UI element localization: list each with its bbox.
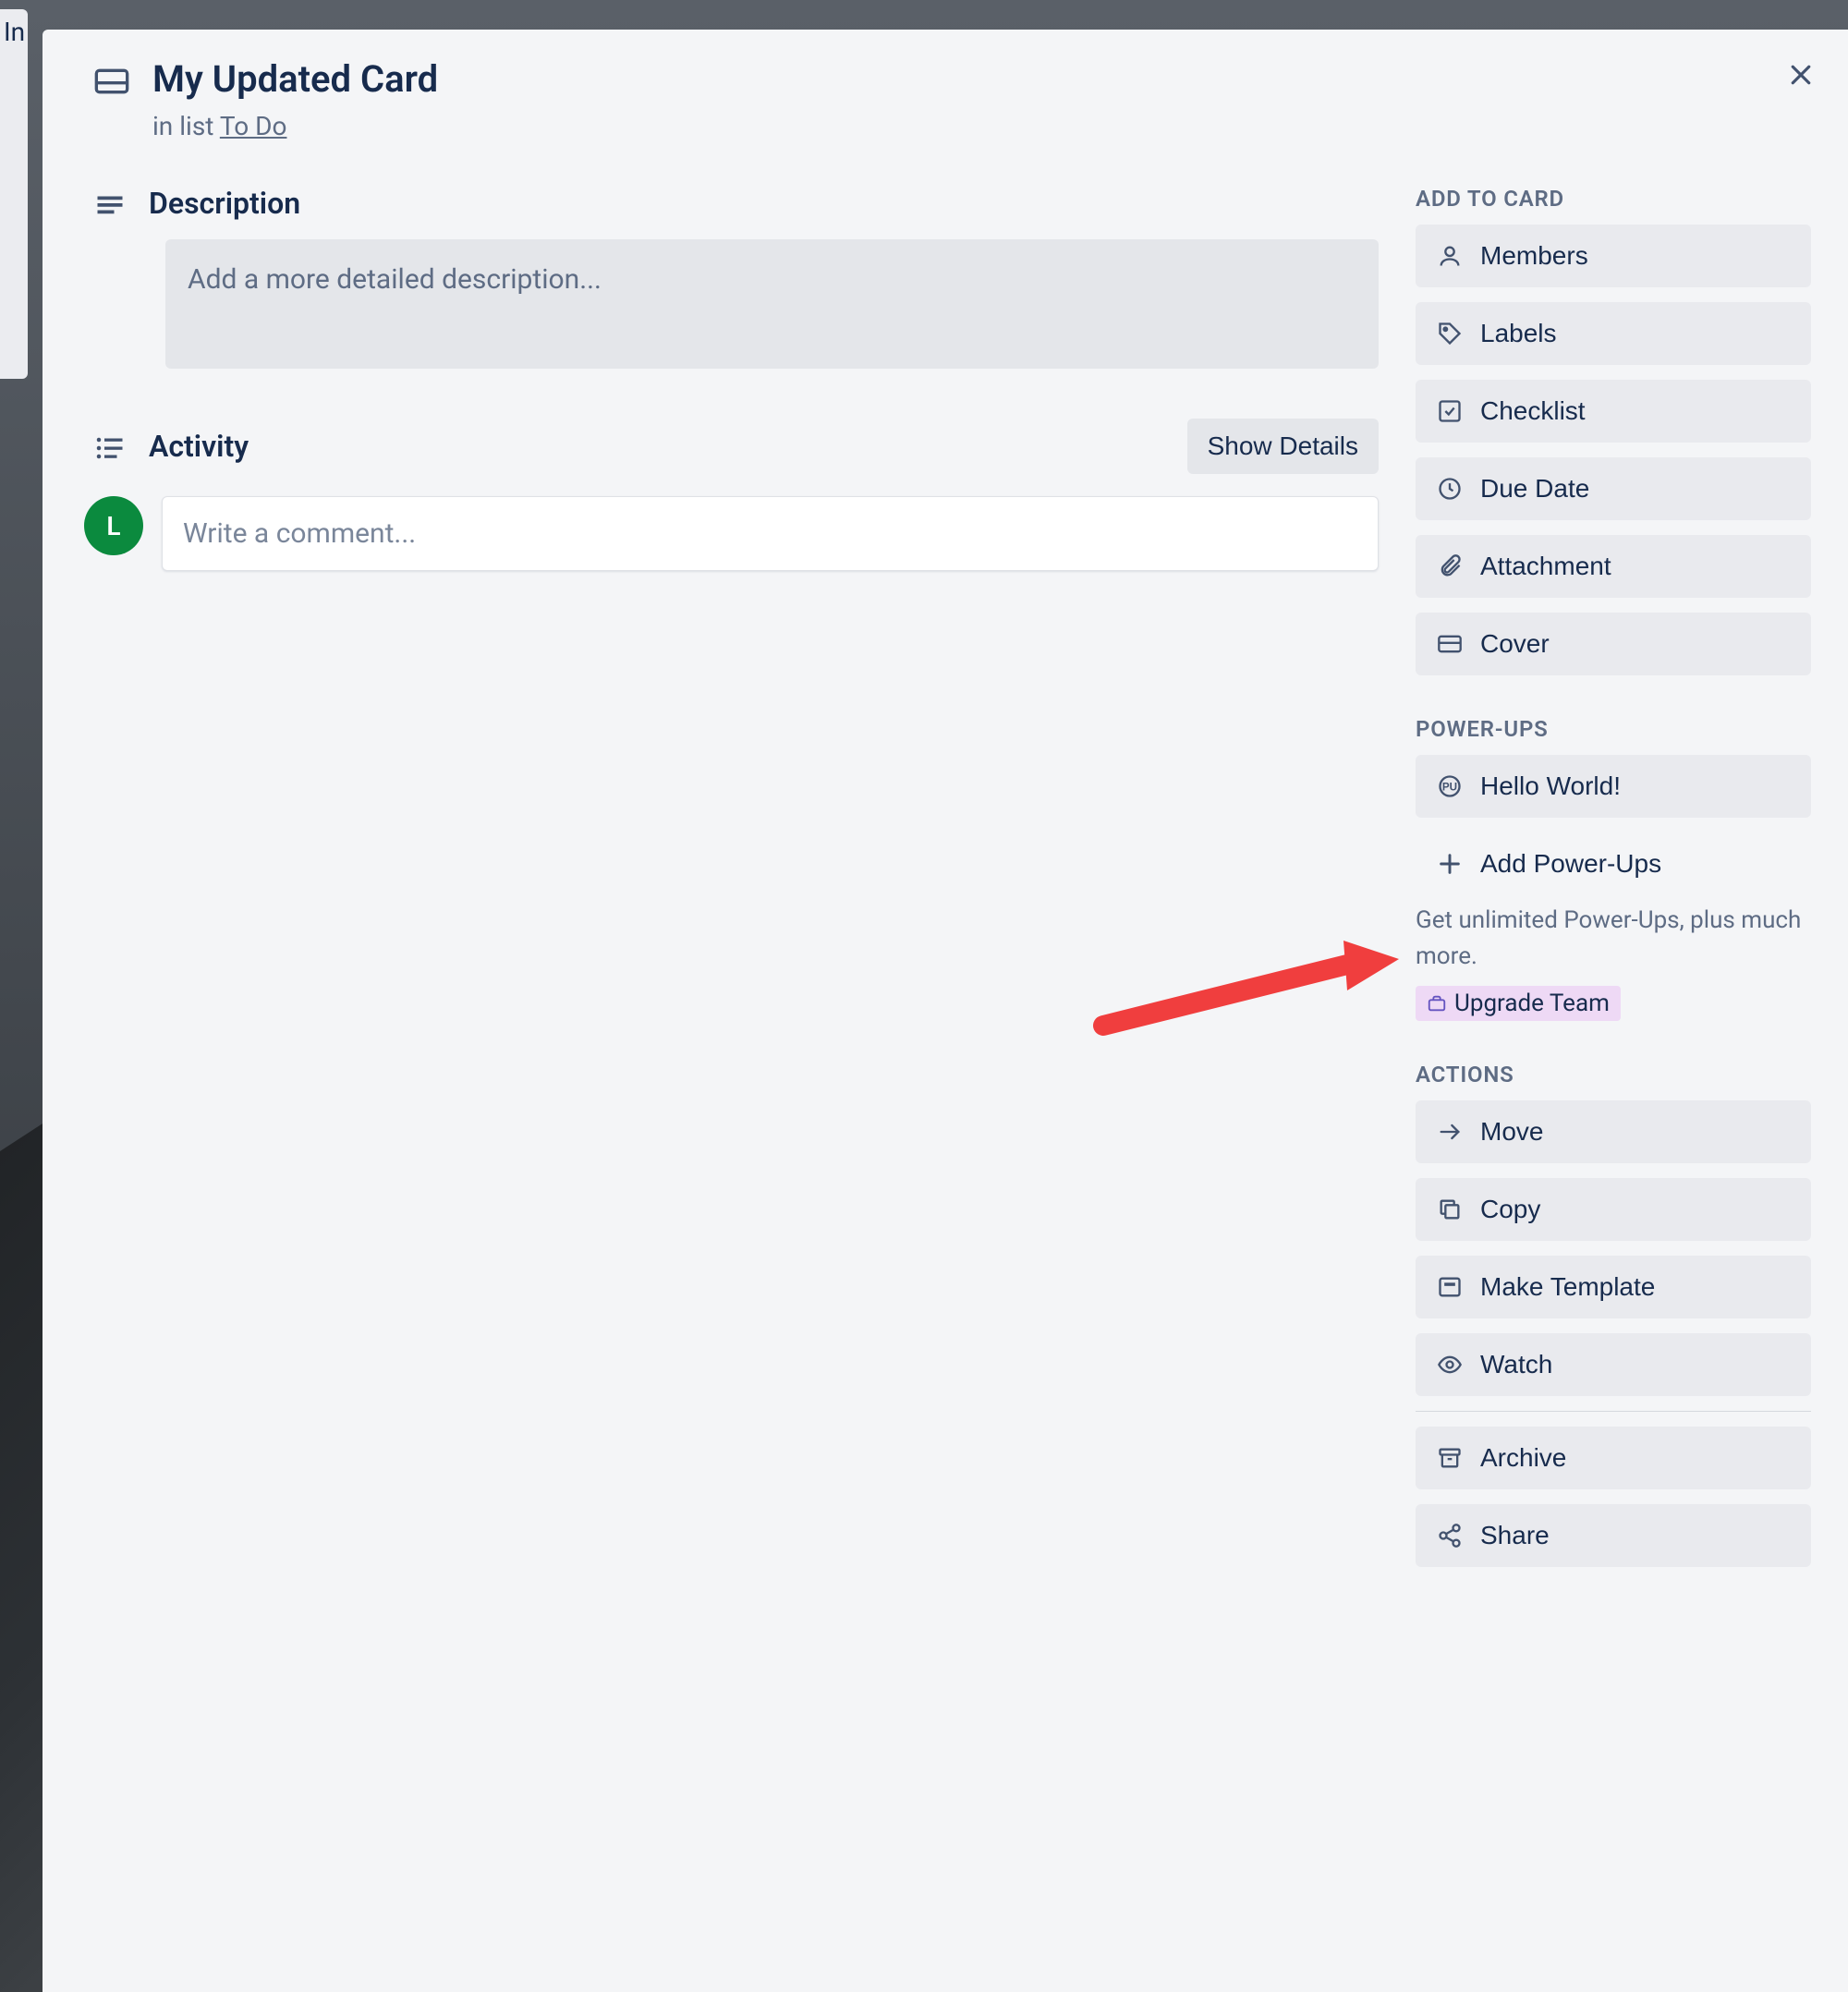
clock-icon bbox=[1436, 475, 1464, 503]
checklist-button[interactable]: Checklist bbox=[1416, 380, 1811, 443]
copy-button[interactable]: Copy bbox=[1416, 1178, 1811, 1241]
hello-world-powerup-button[interactable]: PU Hello World! bbox=[1416, 755, 1811, 818]
power-ups-hint: Get unlimited Power-Ups, plus much more. bbox=[1416, 903, 1811, 975]
card-header: My Updated Card in list To Do bbox=[84, 57, 1811, 141]
labels-icon bbox=[1436, 320, 1464, 347]
comment-row: L bbox=[84, 496, 1379, 571]
due-date-label: Due Date bbox=[1480, 474, 1589, 504]
attachment-label: Attachment bbox=[1480, 552, 1611, 581]
in-list-prefix: in list bbox=[152, 111, 220, 141]
add-to-card-heading: ADD TO CARD bbox=[1416, 186, 1811, 212]
add-power-ups-label: Add Power-Ups bbox=[1480, 849, 1661, 879]
checklist-icon bbox=[1436, 397, 1464, 425]
actions-section: ACTIONS Move Copy Make Template Watch bbox=[1416, 1062, 1811, 1567]
card-modal: My Updated Card in list To Do Descriptio… bbox=[43, 30, 1848, 1992]
power-ups-section: POWER-UPS PU Hello World! Add Power-Ups … bbox=[1416, 716, 1811, 1021]
copy-icon bbox=[1436, 1196, 1464, 1223]
upgrade-team-label: Upgrade Team bbox=[1454, 990, 1610, 1017]
members-label: Members bbox=[1480, 241, 1588, 271]
eye-icon bbox=[1436, 1351, 1464, 1379]
hello-world-label: Hello World! bbox=[1480, 771, 1621, 801]
actions-heading: ACTIONS bbox=[1416, 1062, 1811, 1087]
upgrade-team-button[interactable]: Upgrade Team bbox=[1416, 986, 1621, 1021]
actions-divider bbox=[1416, 1411, 1811, 1412]
share-icon bbox=[1436, 1522, 1464, 1549]
main-column: Description Add a more detailed descript… bbox=[84, 186, 1379, 1582]
cover-label: Cover bbox=[1480, 629, 1550, 659]
template-icon bbox=[1436, 1273, 1464, 1301]
archive-label: Archive bbox=[1480, 1443, 1566, 1473]
description-section-header: Description bbox=[84, 186, 1379, 223]
members-icon bbox=[1436, 242, 1464, 270]
due-date-button[interactable]: Due Date bbox=[1416, 457, 1811, 520]
attachment-button[interactable]: Attachment bbox=[1416, 535, 1811, 598]
make-template-label: Make Template bbox=[1480, 1272, 1655, 1302]
attachment-icon bbox=[1436, 553, 1464, 580]
move-label: Move bbox=[1480, 1117, 1543, 1147]
close-button[interactable] bbox=[1778, 52, 1824, 98]
cover-button[interactable]: Cover bbox=[1416, 613, 1811, 675]
card-icon bbox=[93, 63, 130, 100]
labels-label: Labels bbox=[1480, 319, 1557, 348]
description-input[interactable]: Add a more detailed description... bbox=[165, 239, 1379, 369]
card-title[interactable]: My Updated Card bbox=[152, 57, 438, 102]
labels-button[interactable]: Labels bbox=[1416, 302, 1811, 365]
activity-icon bbox=[93, 431, 127, 465]
archive-button[interactable]: Archive bbox=[1416, 1427, 1811, 1489]
description-icon bbox=[93, 189, 127, 223]
avatar[interactable]: L bbox=[84, 496, 143, 555]
share-button[interactable]: Share bbox=[1416, 1504, 1811, 1567]
share-label: Share bbox=[1480, 1521, 1550, 1550]
add-power-ups-button[interactable]: Add Power-Ups bbox=[1416, 832, 1811, 895]
watch-label: Watch bbox=[1480, 1350, 1552, 1379]
archive-icon bbox=[1436, 1444, 1464, 1472]
arrow-right-icon bbox=[1436, 1118, 1464, 1146]
copy-label: Copy bbox=[1480, 1195, 1540, 1224]
cover-icon bbox=[1436, 630, 1464, 658]
activity-section-header: Activity Show Details bbox=[84, 419, 1379, 474]
sidebar: ADD TO CARD Members Labels Checklist Due… bbox=[1416, 186, 1811, 1582]
activity-heading: Activity bbox=[149, 429, 1165, 464]
list-link[interactable]: To Do bbox=[220, 111, 287, 141]
card-list-location: in list To Do bbox=[152, 111, 438, 141]
make-template-button[interactable]: Make Template bbox=[1416, 1256, 1811, 1318]
comment-input[interactable] bbox=[162, 496, 1379, 571]
move-button[interactable]: Move bbox=[1416, 1100, 1811, 1163]
members-button[interactable]: Members bbox=[1416, 225, 1811, 287]
plus-icon bbox=[1436, 850, 1464, 878]
powerup-icon: PU bbox=[1436, 772, 1464, 800]
svg-text:PU: PU bbox=[1442, 782, 1457, 794]
background-list-fragment: In bbox=[0, 9, 28, 379]
show-details-button[interactable]: Show Details bbox=[1187, 419, 1379, 474]
checklist-label: Checklist bbox=[1480, 396, 1586, 426]
watch-button[interactable]: Watch bbox=[1416, 1333, 1811, 1396]
close-icon bbox=[1787, 61, 1815, 89]
add-to-card-section: ADD TO CARD Members Labels Checklist Due… bbox=[1416, 186, 1811, 675]
briefcase-icon bbox=[1427, 993, 1447, 1014]
power-ups-heading: POWER-UPS bbox=[1416, 716, 1811, 742]
description-heading: Description bbox=[149, 186, 1379, 221]
